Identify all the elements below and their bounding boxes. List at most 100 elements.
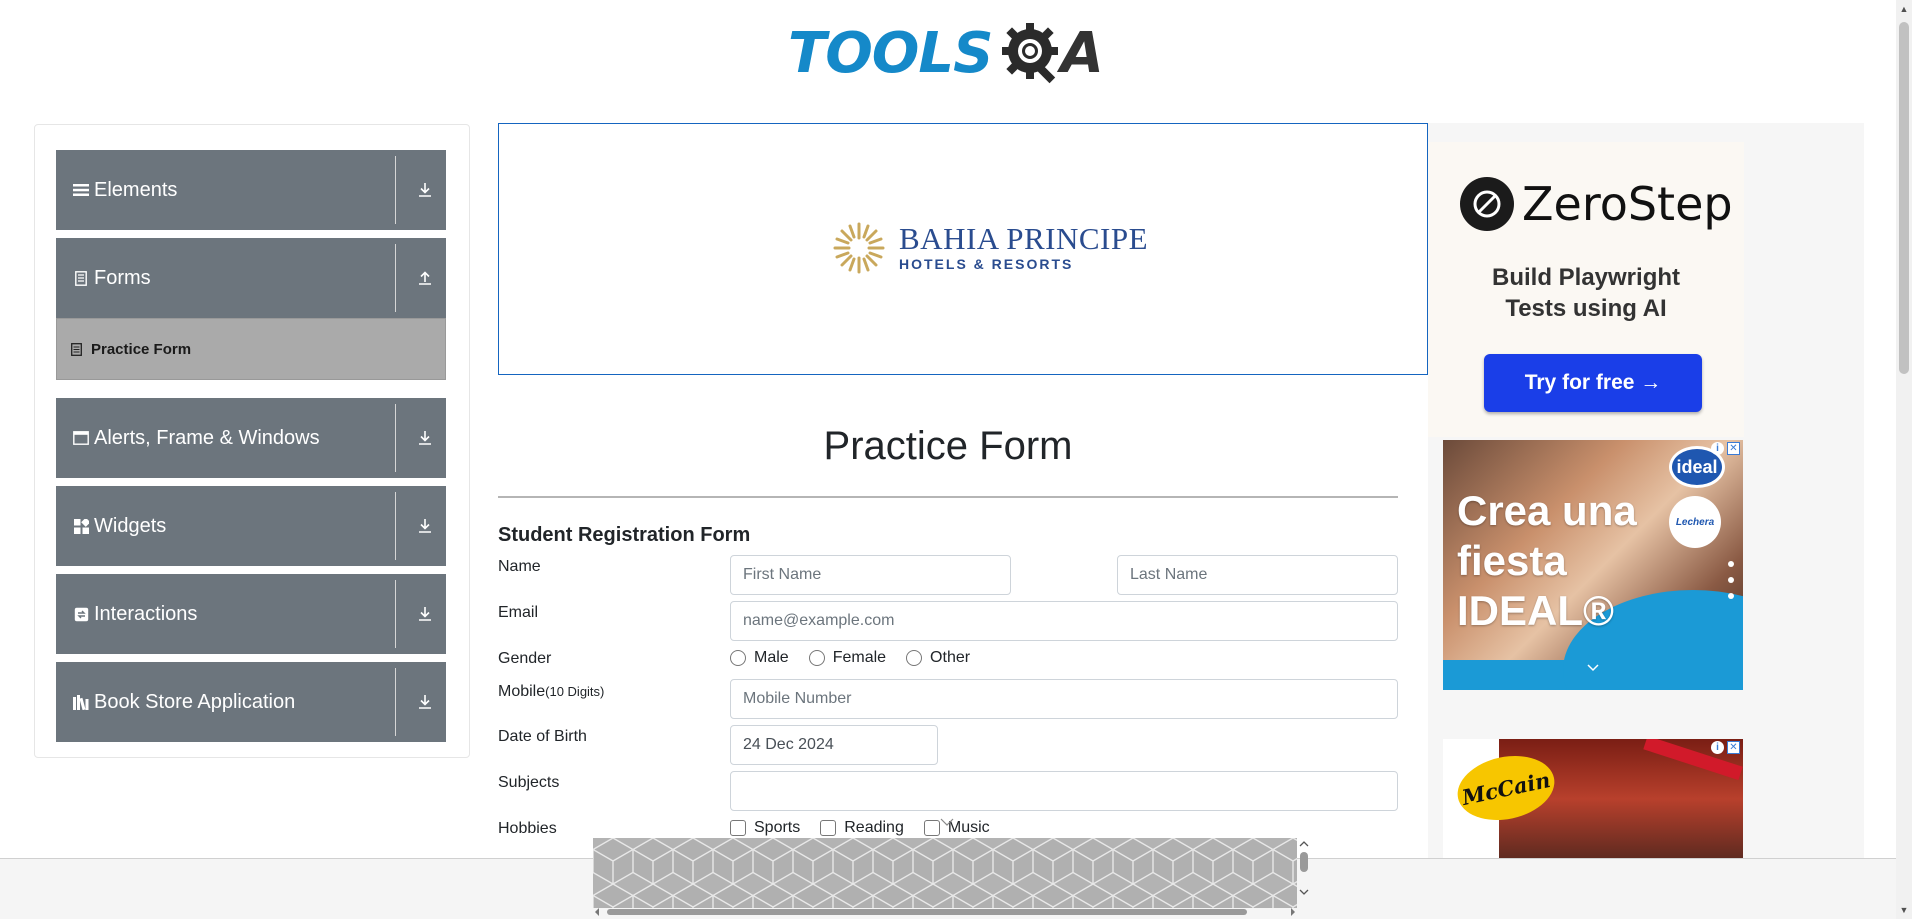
logo-text-a: A [1060,20,1104,86]
sticky-ad-vertical-scrollbar[interactable] [1297,838,1311,918]
zerostep-logo-icon [1460,177,1514,231]
divider [395,404,396,472]
download-arrow-icon [414,179,436,201]
chevron-down-icon[interactable] [1587,664,1599,672]
bahia-brand-name: BAHIA PRINCIPE [899,221,1149,256]
hobbies-checkbox-group: Sports Reading Music [730,819,1010,837]
sticky-bottom-ad[interactable] [593,838,1297,908]
divider [498,496,1398,498]
divider [395,492,396,560]
ideal-line2: fiesta [1457,537,1567,584]
gender-female-label[interactable]: Female [833,649,886,667]
sidebar-item-practice-form[interactable]: Practice Form [56,318,446,380]
logo-text-tools: TOOLS [788,20,993,86]
first-name-input[interactable]: First Name [730,555,1011,595]
sidebar-group-widgets[interactable]: Widgets [56,486,446,566]
gender-other-label[interactable]: Other [930,649,970,667]
page-title: Practice Form [823,424,1073,468]
ideal-ad-headline: Crea una fiesta IDEAL® [1457,486,1637,636]
name-label: Name [498,558,541,575]
try-for-free-button[interactable]: Try for free → [1484,354,1702,412]
divider [395,580,396,648]
gender-male-label[interactable]: Male [754,649,789,667]
mobile-label-text: Mobile [498,683,546,700]
divider [395,668,396,736]
carousel-dots-icon [1728,561,1734,599]
sidebar-item-label: Practice Form [91,340,192,358]
ad-close-icon[interactable]: ✕ [1727,442,1740,455]
lechera-brand-badge: Lechera [1669,496,1721,548]
sidebar-group-book-store-application[interactable]: Book Store Application [56,662,446,742]
toolsqa-logo[interactable]: TOOLS A [788,14,1114,92]
gender-other-radio[interactable] [906,650,923,666]
scroll-up-arrow-icon[interactable]: ▲ [1899,4,1909,14]
divider [395,156,396,224]
sticky-ad-horizontal-scrollbar[interactable] [593,906,1297,918]
sidebar-group-alerts-frame-windows[interactable]: Alerts, Frame & Windows [56,398,446,478]
mobile-input[interactable]: Mobile Number [730,679,1398,719]
sidebar-group-label: Elements [94,178,178,201]
interactions-icon [72,605,90,623]
download-arrow-icon [414,515,436,537]
hobbies-label: Hobbies [498,820,557,837]
dob-label: Date of Birth [498,728,587,745]
hobby-music-label[interactable]: Music [948,819,990,837]
sidebar-group-label: Interactions [94,602,198,625]
form-subtitle: Student Registration Form [498,524,751,546]
sidebar-group-label: Book Store Application [94,690,296,713]
sidebar-group-label: Forms [94,266,151,289]
sidebar-group-label: Widgets [94,514,167,537]
hobby-sports-checkbox[interactable] [730,820,746,836]
sidebar-group-forms[interactable]: Forms [56,238,446,318]
last-name-input[interactable]: Last Name [1117,555,1398,595]
page-scrollbar-thumb[interactable] [1899,22,1909,374]
zerostep-ad[interactable]: ZeroStep Build Playwright Tests using AI… [1428,142,1744,437]
sidebar: Elements Forms Practice Form Alerts, Fra… [34,124,470,758]
mobile-hint: (10 Digits) [545,684,605,699]
ad-info-icon[interactable]: i [1711,442,1724,455]
bahia-principe-logo: BAHIA PRINCIPE HOTELS & RESORTS [831,220,1148,276]
gender-radio-group: Male Female Other [730,649,990,667]
collapse-chevron-icon[interactable] [940,818,954,828]
bahia-tagline: HOTELS & RESORTS [899,256,1074,272]
form-icon [72,269,90,287]
sun-icon [833,222,885,274]
hobby-sports-label[interactable]: Sports [754,819,800,837]
subjects-input[interactable] [730,771,1398,811]
cube-pattern [593,838,1297,908]
bahia-principe-ad-banner[interactable]: BAHIA PRINCIPE HOTELS & RESORTS [498,123,1428,375]
gender-male-radio[interactable] [730,650,746,666]
ideal-line1: Crea una [1457,487,1637,534]
mccain-ad[interactable]: McCain [1443,739,1743,859]
date-of-birth-input[interactable]: 24 Dec 2024 [730,725,938,765]
window-icon [72,429,90,447]
page: TOOLS A Elements Forms Practice Form Ale… [0,0,1912,919]
practice-form-icon [71,342,85,356]
scroll-down-arrow-icon[interactable]: ▼ [1899,905,1909,915]
zerostep-headline: Build Playwright Tests using AI [1428,262,1744,324]
sidebar-group-interactions[interactable]: Interactions [56,574,446,654]
download-arrow-icon [414,691,436,713]
divider [395,244,396,312]
sidebar-group-label: Alerts, Frame & Windows [94,426,320,449]
widgets-icon [72,517,90,535]
email-input[interactable]: name@example.com [730,601,1398,641]
hobby-reading-checkbox[interactable] [820,820,837,836]
download-arrow-icon [414,603,436,625]
books-icon [72,693,90,711]
gear-magnifier-icon [994,17,1066,89]
zerostep-headline-line2: Tests using AI [1505,295,1667,322]
ad-info-icon[interactable]: i [1711,741,1724,754]
zerostep-headline-line1: Build Playwright [1491,264,1680,291]
mobile-label: Mobile(10 Digits) [498,683,604,701]
ad-close-icon[interactable]: ✕ [1727,741,1740,754]
subjects-label: Subjects [498,774,560,791]
download-arrow-icon [414,427,436,449]
hobby-reading-label[interactable]: Reading [844,819,904,837]
sidebar-group-elements[interactable]: Elements [56,150,446,230]
gender-female-radio[interactable] [808,650,825,666]
upload-arrow-icon [414,267,436,289]
hobby-music-checkbox[interactable] [923,820,940,836]
ideal-line3: IDEAL® [1457,587,1614,634]
ideal-ad[interactable]: Crea una fiesta IDEAL® ideal Lechera [1443,440,1743,690]
